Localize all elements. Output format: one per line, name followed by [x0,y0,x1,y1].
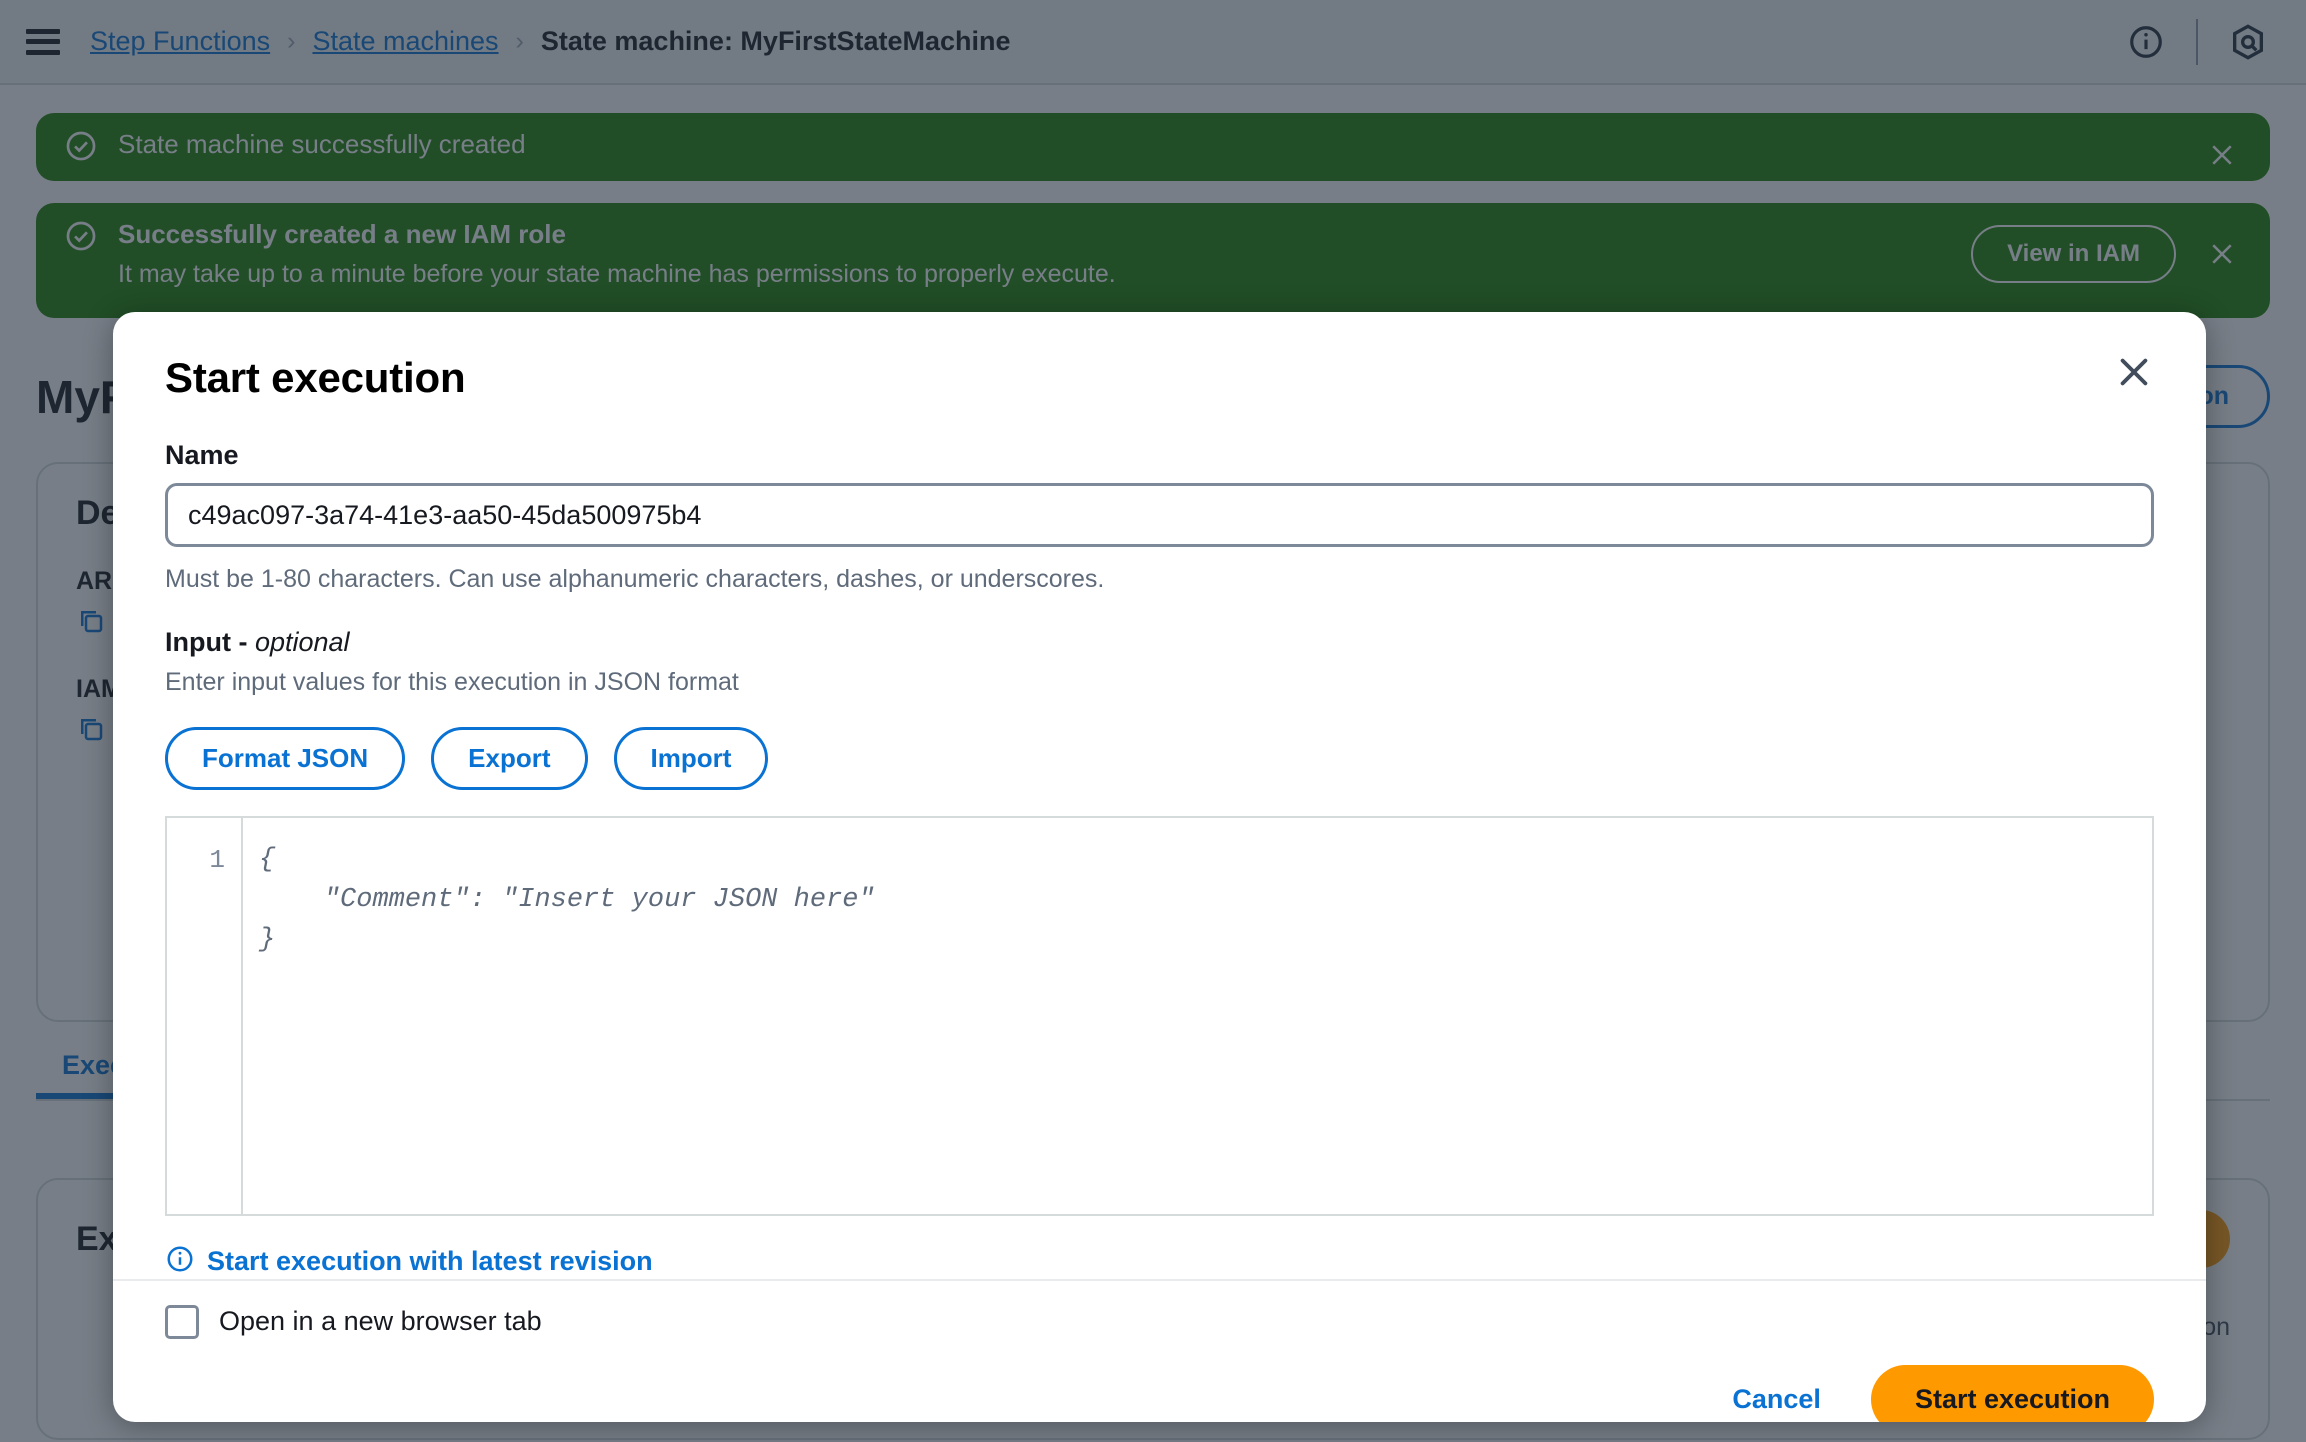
import-button[interactable]: Import [613,726,769,790]
close-icon[interactable] [2104,342,2164,402]
modal-body: Start execution Name Must be 1-80 charac… [113,312,2206,1279]
format-json-button[interactable]: Format JSON [165,726,406,790]
cancel-button[interactable]: Cancel [1718,1374,1835,1423]
input-label: Input - optional [165,627,2154,658]
start-execution-submit-button[interactable]: Start execution [1870,1364,2154,1422]
input-label-text: Input - [165,627,255,658]
modal-footer: Open in a new browser tab Cancel Start e… [113,1278,2206,1423]
open-in-new-tab-checkbox[interactable] [165,1304,199,1339]
name-constraint-text: Must be 1-80 characters. Can use alphanu… [165,565,1105,593]
execution-name-input[interactable] [165,483,2154,547]
latest-revision-info: Start execution with latest revision [165,1244,2154,1279]
info-circle-icon [165,1244,195,1279]
name-label: Name [165,440,239,470]
modal-title: Start execution [165,354,466,401]
start-execution-modal: Start execution Name Must be 1-80 charac… [113,312,2206,1422]
open-new-tab-row: Open in a new browser tab [165,1304,2154,1339]
json-toolbar: Format JSON Export Import [165,726,2154,790]
input-label-optional: optional [254,627,350,658]
modal-actions: Cancel Start execution [165,1364,2154,1423]
export-button[interactable]: Export [431,726,588,790]
editor-line-numbers: 1 [167,817,243,1214]
start-execution-latest-revision-link[interactable]: Start execution with latest revision [207,1246,653,1277]
input-description: Enter input values for this execution in… [165,668,739,697]
open-in-new-tab-label: Open in a new browser tab [219,1306,542,1336]
editor-placeholder-text[interactable]: { "Comment": "Insert your JSON here" } [243,818,2152,1214]
json-editor[interactable]: 1 { "Comment": "Insert your JSON here" } [165,815,2154,1216]
